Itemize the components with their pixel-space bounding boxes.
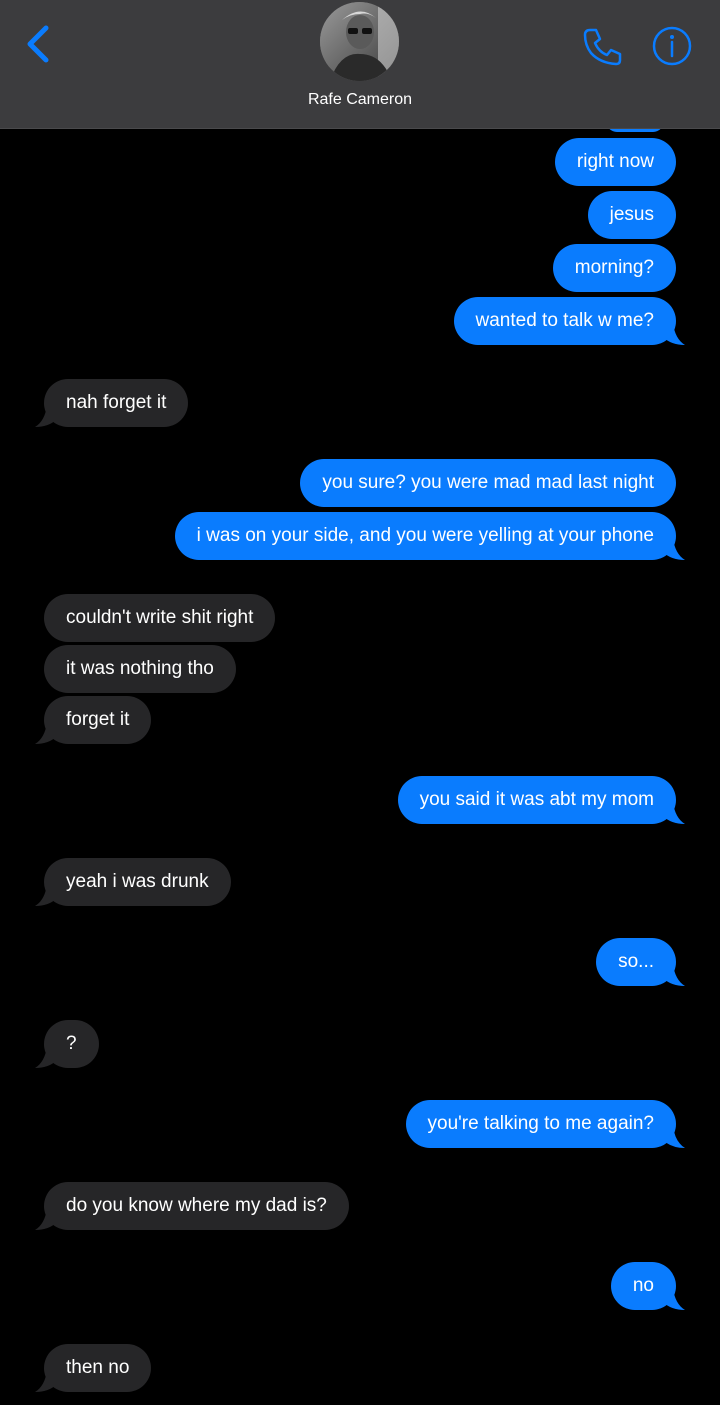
message-text: you're talking to me again?: [427, 1113, 655, 1134]
info-button[interactable]: [652, 26, 692, 66]
message-text: you said it was abt my mom: [419, 789, 654, 810]
message-text: morning?: [574, 257, 654, 278]
message-text: nah forget it: [66, 392, 167, 413]
message-bubble-incoming[interactable]: ?: [35, 1020, 99, 1068]
message-bubble-incoming[interactable]: do you know where my dad is?: [35, 1182, 349, 1230]
message-text: right now: [576, 151, 654, 172]
phone-icon: [583, 28, 622, 66]
message-text: do you know where my dad is?: [66, 1195, 327, 1216]
bubble-tail: [35, 1208, 57, 1230]
message-bubble-incoming[interactable]: forget it: [35, 696, 152, 744]
back-button[interactable]: [20, 22, 60, 66]
message-text: then no: [66, 1357, 130, 1378]
message-bubble-outgoing[interactable]: you sure? you were mad mad last night: [300, 459, 676, 507]
bubble-tail: [35, 884, 57, 906]
message-bubble-outgoing[interactable]: jesus: [587, 191, 676, 239]
contact-avatar[interactable]: [320, 2, 399, 81]
message-bubble-incoming[interactable]: it was nothing tho: [44, 645, 236, 693]
message-text: you sure? you were mad mad last night: [322, 472, 654, 493]
info-icon: [652, 26, 692, 66]
bubble-tail: [663, 1288, 685, 1310]
message-bubble-outgoing[interactable]: you're talking to me again?: [405, 1100, 685, 1148]
message-text: forget it: [66, 709, 130, 730]
message-text: so...: [618, 951, 654, 972]
message-text: ?: [66, 1033, 77, 1054]
contact-name[interactable]: Rafe Cameron: [0, 91, 720, 109]
bubble-tail: [35, 722, 57, 744]
message-text: wanted to talk w me?: [475, 310, 654, 331]
message-text: couldn't write shit right: [66, 607, 254, 628]
message-bubble-outgoing[interactable]: no: [610, 1262, 685, 1310]
message-text: i was on your side, and you were yelling…: [196, 525, 654, 546]
message-text: jesus: [609, 204, 654, 225]
message-bubble-incoming[interactable]: then no: [35, 1344, 152, 1392]
message-bubble-outgoing[interactable]: wanted to talk w me?: [453, 297, 685, 345]
bubble-tail: [663, 1126, 685, 1148]
bubble-tail: [663, 802, 685, 824]
conversation-header: Rafe Cameron: [0, 0, 720, 129]
messages-screen: Rafe Cameron right now jesus morning? wa…: [0, 0, 720, 1405]
bubble-tail: [35, 405, 57, 427]
contact-photo: [320, 2, 399, 81]
chevron-left-icon: [27, 25, 49, 63]
message-text: no: [632, 1275, 654, 1296]
message-bubble-outgoing[interactable]: you said it was abt my mom: [397, 776, 685, 824]
message-bubble-outgoing[interactable]: i was on your side, and you were yelling…: [174, 512, 685, 560]
message-bubble-outgoing[interactable]: morning?: [552, 244, 676, 292]
message-bubble-incoming[interactable]: nah forget it: [35, 379, 189, 427]
message-text: it was nothing tho: [66, 658, 214, 679]
message-text: yeah i was drunk: [66, 871, 209, 892]
call-button[interactable]: [580, 24, 624, 68]
bubble-tail: [35, 1370, 57, 1392]
bubble-tail: [663, 323, 685, 345]
bubble-tail: [663, 538, 685, 560]
message-bubble-outgoing[interactable]: right now: [554, 138, 676, 186]
message-bubble-incoming[interactable]: yeah i was drunk: [35, 858, 231, 906]
bubble-tail: [663, 964, 685, 986]
message-bubble-outgoing[interactable]: so...: [596, 938, 685, 986]
bubble-tail: [35, 1046, 57, 1068]
message-bubble-incoming[interactable]: couldn't write shit right: [44, 594, 276, 642]
